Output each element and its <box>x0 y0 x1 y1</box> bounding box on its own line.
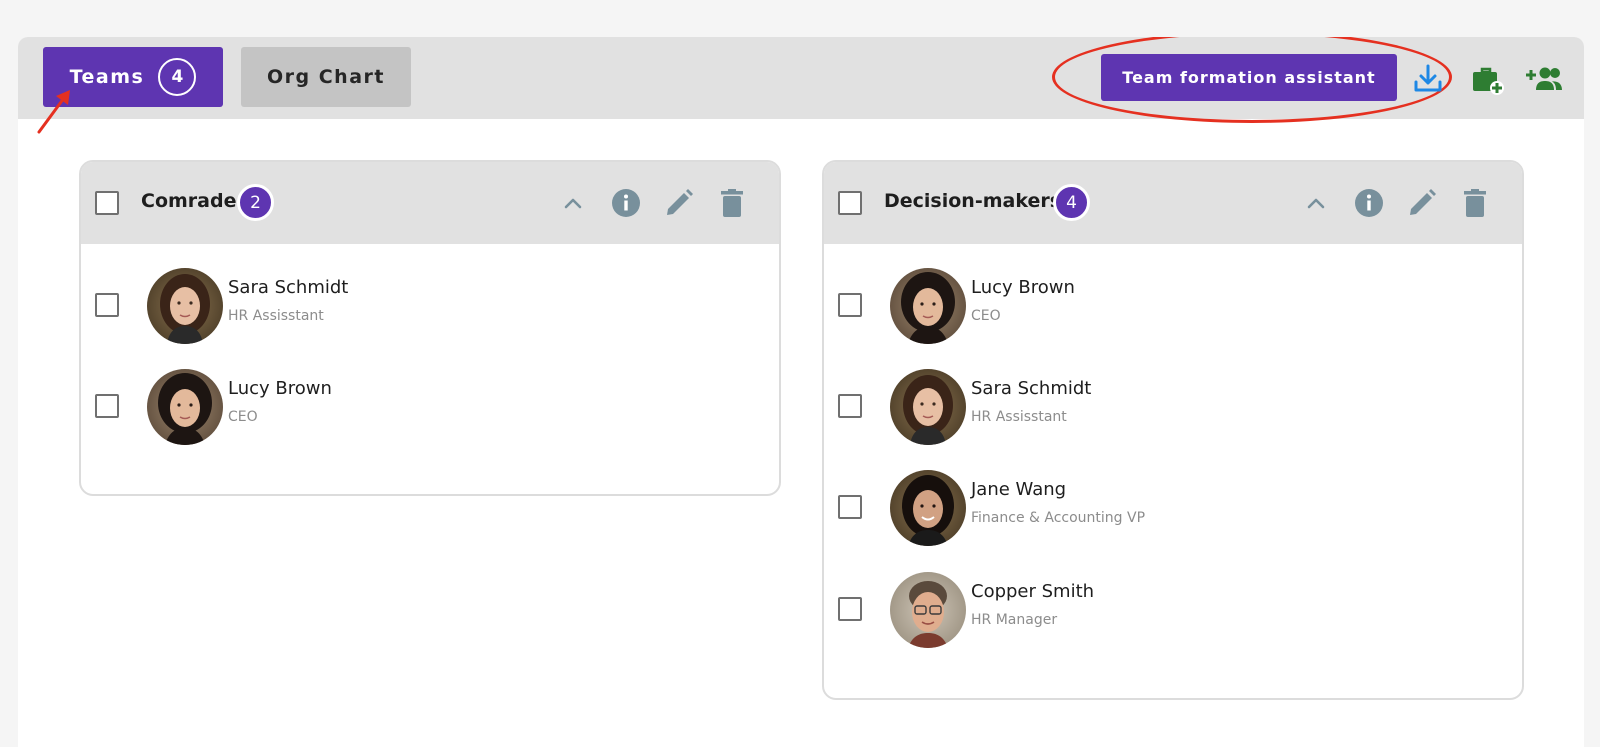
member-name: Lucy Brown <box>228 378 332 399</box>
tab-org-chart[interactable]: Org Chart <box>241 47 411 107</box>
delete-icon[interactable] <box>1458 186 1492 220</box>
team-formation-assistant-button[interactable]: Team formation assistant <box>1101 54 1397 101</box>
download-icon[interactable] <box>1411 62 1445 96</box>
member-role: HR Assisstant <box>228 308 324 324</box>
member-role: HR Assisstant <box>971 409 1067 425</box>
avatar <box>890 369 966 445</box>
avatar <box>147 268 223 344</box>
tab-teams-label: Teams <box>69 66 145 88</box>
list-item: Lucy Brown CEO <box>81 369 779 449</box>
info-icon[interactable] <box>1352 186 1386 220</box>
team-select-checkbox[interactable] <box>838 191 862 215</box>
list-item: Sara Schmidt HR Assisstant <box>81 268 779 348</box>
team-card-decision-makers: Decision-makers 4 Lucy Brown CEO Sara Sc… <box>822 160 1524 700</box>
team-member-count-badge: 2 <box>237 184 274 221</box>
member-role: HR Manager <box>971 612 1058 628</box>
avatar <box>890 572 966 648</box>
member-select-checkbox[interactable] <box>838 394 862 418</box>
avatar <box>890 470 966 546</box>
edit-icon[interactable] <box>662 186 696 220</box>
team-card-header: Decision-makers 4 <box>824 162 1522 244</box>
member-name: Jane Wang <box>971 479 1067 500</box>
add-group-icon[interactable] <box>1526 62 1564 96</box>
member-role: Finance & Accounting VP <box>971 510 1146 526</box>
member-select-checkbox[interactable] <box>838 597 862 621</box>
member-role: CEO <box>971 308 1001 324</box>
team-name: Comrade <box>141 190 237 212</box>
team-card-comrade: Comrade 2 Sara Schmidt HR Assisstant Luc… <box>79 160 781 496</box>
member-select-checkbox[interactable] <box>95 293 119 317</box>
member-name: Copper Smith <box>971 581 1095 602</box>
chevron-up-icon[interactable] <box>556 186 590 220</box>
chevron-up-icon[interactable] <box>1299 186 1333 220</box>
list-item: Copper Smith HR Manager <box>824 572 1522 652</box>
delete-icon[interactable] <box>715 186 749 220</box>
top-toolbar: Teams 4 Org Chart Team formation assista… <box>18 37 1584 123</box>
list-item: Sara Schmidt HR Assisstant <box>824 369 1522 449</box>
member-select-checkbox[interactable] <box>838 495 862 519</box>
info-icon[interactable] <box>609 186 643 220</box>
teams-panel: Teams 4 Org Chart Team formation assista… <box>18 37 1584 747</box>
member-select-checkbox[interactable] <box>838 293 862 317</box>
assistant-button-label: Team formation assistant <box>1122 68 1376 87</box>
team-name: Decision-makers <box>884 190 1062 212</box>
team-select-checkbox[interactable] <box>95 191 119 215</box>
add-briefcase-icon[interactable] <box>1470 62 1504 96</box>
tab-teams[interactable]: Teams 4 <box>43 47 223 107</box>
list-item: Jane Wang Finance & Accounting VP <box>824 470 1522 550</box>
teams-count-badge: 4 <box>158 58 197 96</box>
member-name: Sara Schmidt <box>228 277 349 298</box>
member-role: CEO <box>228 409 258 425</box>
member-name: Sara Schmidt <box>971 378 1092 399</box>
member-name: Lucy Brown <box>971 277 1075 298</box>
edit-icon[interactable] <box>1405 186 1439 220</box>
avatar <box>147 369 223 445</box>
tab-org-chart-label: Org Chart <box>267 66 385 88</box>
team-card-header: Comrade 2 <box>81 162 779 244</box>
avatar <box>890 268 966 344</box>
member-select-checkbox[interactable] <box>95 394 119 418</box>
list-item: Lucy Brown CEO <box>824 268 1522 348</box>
team-member-count-badge: 4 <box>1053 184 1090 221</box>
